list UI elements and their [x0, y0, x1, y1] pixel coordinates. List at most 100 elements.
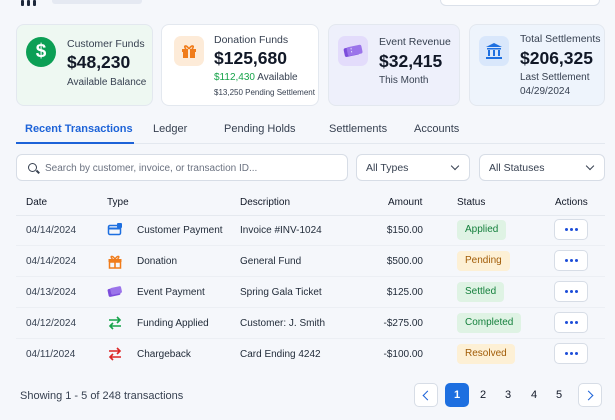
column-header-amount[interactable]: Amount [388, 197, 422, 208]
card-value: $32,415 [379, 51, 443, 71]
transactions-table: Date Type Description Amount Status Acti… [16, 188, 605, 368]
row-date: 04/14/2024 [26, 225, 77, 236]
active-tab-indicator [16, 142, 134, 144]
status-filter-value: All Statuses [489, 162, 545, 174]
page-button-2[interactable]: 2 [471, 383, 495, 407]
row-actions-button[interactable] [554, 343, 588, 364]
column-header-type[interactable]: Type [107, 197, 129, 208]
available-amount: $112,430 [214, 72, 255, 83]
row-type: Funding Applied [137, 318, 209, 329]
row-type: Chargeback [137, 349, 191, 360]
row-amount: $150.00 [386, 225, 423, 236]
table-row[interactable]: 04/11/2024 Chargeback Card Ending 4242 -… [16, 339, 605, 370]
more-dots-icon [564, 352, 568, 355]
page-button-1[interactable]: 1 [445, 383, 469, 407]
card-label: Total Settlements [520, 33, 601, 45]
card-label: Event Revenue [379, 36, 451, 48]
page-button-4[interactable]: 4 [522, 383, 546, 407]
row-description: Spring Gala Ticket [240, 287, 322, 298]
card-label: Customer Funds [67, 38, 145, 50]
row-description: Card Ending 4242 [240, 349, 321, 360]
gift-icon [107, 253, 123, 269]
bank-icon [479, 36, 509, 66]
row-date: 04/14/2024 [26, 256, 77, 267]
next-page-button[interactable] [578, 383, 602, 407]
status-badge: Settled [457, 282, 505, 302]
customer-funds-card: $ Customer Funds $48,230 Available Balan… [16, 24, 153, 106]
card-value: $206,325 [520, 48, 593, 68]
column-header-date[interactable]: Date [26, 197, 47, 208]
more-dots-icon [564, 259, 568, 262]
row-amount: $125.00 [386, 287, 423, 298]
last-settlement-date: 04/29/2024 [520, 86, 571, 97]
row-actions-button[interactable] [554, 219, 588, 240]
search-icon [28, 163, 37, 172]
invoice-icon [107, 222, 123, 238]
donation-funds-card: Donation Funds $125,680 $112,430 Availab… [161, 24, 319, 106]
pending-settlement: $13,250 Pending Settlement [214, 88, 315, 97]
search-input[interactable] [45, 160, 345, 176]
pagination-summary: Showing 1 - 5 of 248 transactions [20, 390, 184, 402]
app-title-clipped [52, 0, 142, 4]
gift-icon [174, 36, 204, 66]
row-description: General Fund [240, 256, 302, 267]
tab-accounts[interactable]: Accounts [414, 123, 459, 135]
tab-pending-holds[interactable]: Pending Holds [224, 123, 296, 135]
status-badge: Completed [457, 313, 522, 333]
top-bar [0, 0, 615, 8]
card-sub: Available Balance [67, 77, 147, 88]
tab-ledger[interactable]: Ledger [153, 123, 187, 135]
status-filter-select[interactable]: All Statuses [479, 154, 605, 181]
row-actions-button[interactable] [554, 281, 588, 302]
table-row[interactable]: 04/13/2024 Event Payment Spring Gala Tic… [16, 277, 605, 308]
dollar-icon: $ [26, 37, 56, 67]
card-sub: Last Settlement [520, 72, 590, 83]
top-search-clipped[interactable] [440, 0, 600, 6]
available-text: Available [257, 72, 298, 83]
column-header-actions: Actions [555, 197, 588, 208]
page-button-5[interactable]: 5 [547, 383, 571, 407]
search-box [16, 154, 348, 181]
more-dots-icon [564, 290, 568, 293]
card-value: $125,680 [214, 48, 287, 68]
row-actions-button[interactable] [554, 250, 588, 271]
status-badge: Pending [457, 251, 510, 271]
status-badge: Applied [457, 220, 507, 240]
more-dots-icon [564, 228, 568, 231]
row-type: Donation [137, 256, 178, 267]
chevron-down-icon [585, 161, 595, 171]
row-date: 04/12/2024 [26, 318, 77, 329]
ticket-icon [338, 36, 368, 66]
page-button-3[interactable]: 3 [496, 383, 520, 407]
row-date: 04/13/2024 [26, 287, 77, 298]
row-type: Customer Payment [137, 225, 223, 236]
row-amount: $500.00 [386, 256, 423, 267]
row-actions-button[interactable] [554, 312, 588, 333]
row-date: 04/11/2024 [26, 349, 76, 360]
card-value: $48,230 [67, 52, 131, 72]
table-row[interactable]: 04/14/2024 Customer Payment Invoice #INV… [16, 215, 605, 246]
chevron-down-icon [450, 161, 460, 171]
ticket-icon [107, 284, 123, 300]
row-type: Event Payment [137, 287, 205, 298]
table-row[interactable]: 04/14/2024 Donation General Fund $500.00… [16, 246, 605, 277]
column-header-status[interactable]: Status [457, 197, 485, 208]
row-description: Invoice #INV-1024 [240, 225, 322, 236]
transfer-icon [107, 315, 123, 331]
tab-recent-transactions[interactable]: Recent Transactions [25, 123, 133, 135]
event-revenue-card: Event Revenue $32,415 This Month [328, 24, 460, 106]
row-description: Customer: J. Smith [240, 318, 326, 329]
more-dots-icon [564, 321, 568, 324]
table-row[interactable]: 04/12/2024 Funding Applied Customer: J. … [16, 308, 605, 339]
tab-settlements[interactable]: Settlements [329, 123, 387, 135]
row-amount: -$100.00 [383, 349, 423, 360]
previous-page-button[interactable] [414, 383, 438, 407]
tab-bar: Recent Transactions Ledger Pending Holds… [16, 118, 605, 144]
status-badge: Resolved [457, 344, 515, 364]
type-filter-select[interactable]: All Types [356, 154, 470, 181]
column-header-description[interactable]: Description [240, 197, 290, 208]
app-logo [20, 0, 40, 6]
card-sub: This Month [379, 75, 429, 86]
type-filter-value: All Types [366, 162, 409, 174]
chargeback-icon [107, 346, 123, 362]
